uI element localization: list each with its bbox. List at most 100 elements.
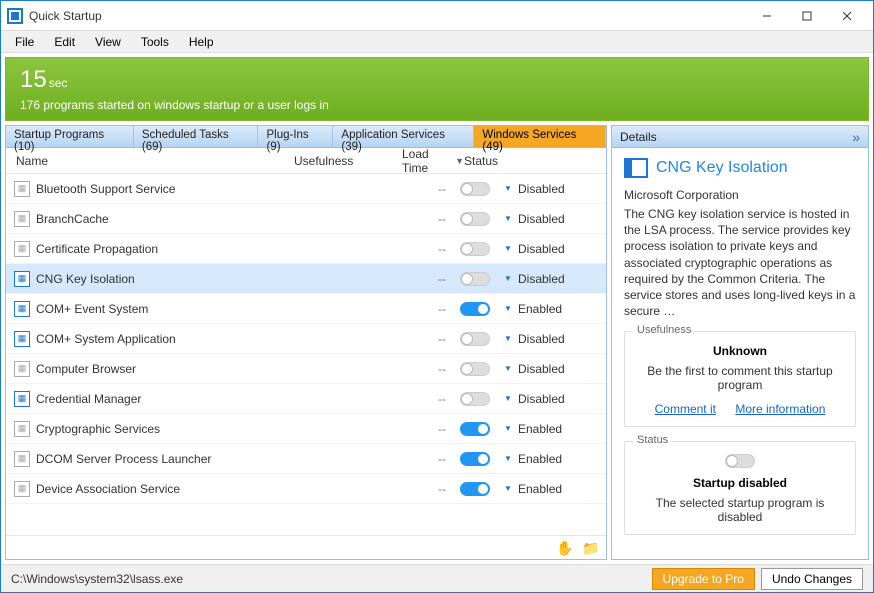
- row-dropdown-icon[interactable]: ▼: [504, 454, 514, 463]
- status-group: Status Startup disabled The selected sta…: [624, 441, 856, 535]
- table-row[interactable]: ▦DCOM Server Process Launcher--▼Enabled: [6, 444, 606, 474]
- col-name[interactable]: Name: [16, 154, 294, 168]
- refresh-icon[interactable]: ✋: [556, 540, 572, 556]
- service-row-icon: ▦: [14, 451, 30, 467]
- row-name: COM+ System Application: [36, 332, 296, 346]
- row-toggle[interactable]: [460, 422, 490, 436]
- row-dropdown-icon[interactable]: ▼: [504, 424, 514, 433]
- row-name: Credential Manager: [36, 392, 296, 406]
- row-toggle[interactable]: [460, 212, 490, 226]
- menu-help[interactable]: Help: [179, 33, 224, 51]
- startup-time-unit: sec: [49, 76, 68, 90]
- row-dropdown-icon[interactable]: ▼: [504, 184, 514, 193]
- details-header: Details »: [612, 126, 868, 148]
- row-toggle[interactable]: [460, 272, 490, 286]
- comment-link[interactable]: Comment it: [655, 402, 716, 416]
- service-row-icon: ▦: [14, 391, 30, 407]
- col-usefulness[interactable]: Usefulness: [294, 154, 402, 168]
- row-loadtime: --: [404, 392, 446, 406]
- row-name: Certificate Propagation: [36, 242, 296, 256]
- table-row[interactable]: ▦COM+ Event System--▼Enabled: [6, 294, 606, 324]
- service-row-icon: ▦: [14, 301, 30, 317]
- menu-edit[interactable]: Edit: [44, 33, 85, 51]
- tab[interactable]: Scheduled Tasks (69): [134, 126, 259, 147]
- title-bar: Quick Startup: [1, 1, 873, 31]
- upgrade-button[interactable]: Upgrade to Pro: [652, 568, 755, 590]
- service-row-icon: ▦: [14, 271, 30, 287]
- undo-changes-button[interactable]: Undo Changes: [761, 568, 863, 590]
- col-status[interactable]: Status: [464, 154, 606, 168]
- row-loadtime: --: [404, 302, 446, 316]
- row-dropdown-icon[interactable]: ▼: [504, 214, 514, 223]
- table-row[interactable]: ▦Credential Manager--▼Disabled: [6, 384, 606, 414]
- column-headers: Name Usefulness Load Time▼ Status: [6, 148, 606, 174]
- service-row-icon: ▦: [14, 331, 30, 347]
- folder-icon[interactable]: 📁: [582, 540, 598, 556]
- row-toggle[interactable]: [460, 452, 490, 466]
- row-name: COM+ Event System: [36, 302, 296, 316]
- row-name: CNG Key Isolation: [36, 272, 296, 286]
- more-info-link[interactable]: More information: [735, 402, 825, 416]
- service-icon: [624, 158, 648, 178]
- expand-icon[interactable]: »: [852, 129, 860, 145]
- table-row[interactable]: ▦CNG Key Isolation--▼Disabled: [6, 264, 606, 294]
- row-dropdown-icon[interactable]: ▼: [504, 304, 514, 313]
- menu-file[interactable]: File: [5, 33, 44, 51]
- table-row[interactable]: ▦Device Association Service--▼Enabled: [6, 474, 606, 504]
- row-toggle[interactable]: [460, 362, 490, 376]
- status-path: C:\Windows\system32\lsass.exe: [11, 572, 646, 586]
- row-status: Disabled: [514, 272, 565, 286]
- row-toggle[interactable]: [460, 392, 490, 406]
- row-name: DCOM Server Process Launcher: [36, 452, 296, 466]
- minimize-button[interactable]: [747, 2, 787, 30]
- table-row[interactable]: ▦BranchCache--▼Disabled: [6, 204, 606, 234]
- row-status: Disabled: [514, 362, 565, 376]
- status-bar: C:\Windows\system32\lsass.exe Upgrade to…: [1, 564, 873, 592]
- row-dropdown-icon[interactable]: ▼: [504, 334, 514, 343]
- row-dropdown-icon[interactable]: ▼: [504, 364, 514, 373]
- table-row[interactable]: ▦COM+ System Application--▼Disabled: [6, 324, 606, 354]
- service-row-icon: ▦: [14, 241, 30, 257]
- services-panel: Startup Programs (10)Scheduled Tasks (69…: [5, 125, 607, 560]
- close-button[interactable]: [827, 2, 867, 30]
- row-dropdown-icon[interactable]: ▼: [504, 484, 514, 493]
- table-row[interactable]: ▦Cryptographic Services--▼Enabled: [6, 414, 606, 444]
- maximize-button[interactable]: [787, 2, 827, 30]
- row-toggle[interactable]: [460, 302, 490, 316]
- row-loadtime: --: [404, 362, 446, 376]
- row-dropdown-icon[interactable]: ▼: [504, 274, 514, 283]
- row-toggle[interactable]: [460, 482, 490, 496]
- row-toggle[interactable]: [460, 242, 490, 256]
- table-row[interactable]: ▦Computer Browser--▼Disabled: [6, 354, 606, 384]
- usefulness-sub: Be the first to comment this startup pro…: [633, 364, 847, 392]
- row-status: Disabled: [514, 332, 565, 346]
- details-title: CNG Key Isolation: [656, 159, 788, 177]
- status-toggle[interactable]: [725, 454, 755, 468]
- tab[interactable]: Plug-Ins (9): [258, 126, 333, 147]
- menu-view[interactable]: View: [85, 33, 131, 51]
- services-list: ▦Bluetooth Support Service--▼Disabled▦Br…: [6, 174, 606, 535]
- table-row[interactable]: ▦Bluetooth Support Service--▼Disabled: [6, 174, 606, 204]
- service-row-icon: ▦: [14, 481, 30, 497]
- row-toggle[interactable]: [460, 182, 490, 196]
- tab[interactable]: Windows Services (49): [474, 126, 606, 147]
- details-panel: Details » CNG Key Isolation Microsoft Co…: [611, 125, 869, 560]
- row-toggle[interactable]: [460, 332, 490, 346]
- row-loadtime: --: [404, 212, 446, 226]
- table-row[interactable]: ▦Certificate Propagation--▼Disabled: [6, 234, 606, 264]
- tab[interactable]: Application Services (39): [333, 126, 474, 147]
- row-dropdown-icon[interactable]: ▼: [504, 244, 514, 253]
- row-loadtime: --: [404, 242, 446, 256]
- row-loadtime: --: [404, 482, 446, 496]
- col-loadtime[interactable]: Load Time▼: [402, 147, 464, 175]
- tab[interactable]: Startup Programs (10): [6, 126, 134, 147]
- summary-banner: 15sec 176 programs started on windows st…: [5, 57, 869, 121]
- row-status: Disabled: [514, 182, 565, 196]
- usefulness-value: Unknown: [633, 344, 847, 358]
- usefulness-group: Usefulness Unknown Be the first to comme…: [624, 331, 856, 427]
- row-status: Enabled: [514, 422, 562, 436]
- menu-tools[interactable]: Tools: [131, 33, 179, 51]
- row-name: Computer Browser: [36, 362, 296, 376]
- row-dropdown-icon[interactable]: ▼: [504, 394, 514, 403]
- summary-line: 176 programs started on windows startup …: [20, 98, 854, 112]
